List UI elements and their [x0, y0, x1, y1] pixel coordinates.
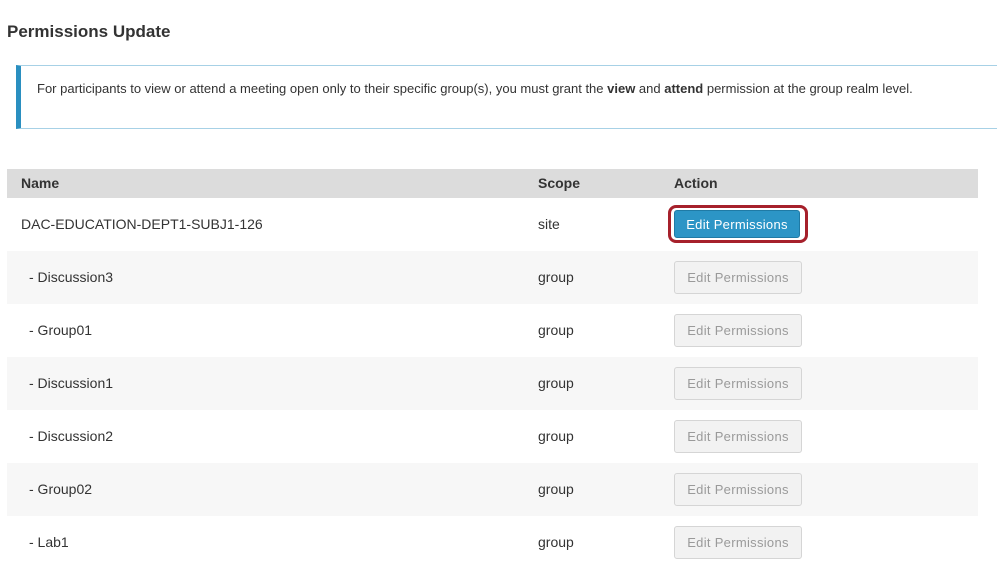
info-bold-attend: attend: [664, 81, 704, 96]
edit-permissions-button-disabled: Edit Permissions: [674, 261, 802, 294]
table-row: - Lab1 group Edit Permissions: [7, 516, 978, 569]
row-scope: site: [538, 216, 560, 232]
row-scope: group: [538, 375, 574, 391]
row-name: - Group01: [29, 322, 93, 338]
edit-permissions-button[interactable]: Edit Permissions: [674, 210, 800, 238]
row-name: - Group02: [29, 481, 93, 497]
header-action: Action: [674, 175, 718, 191]
permissions-table: Name Scope Action DAC-EDUCATION-DEPT1-SU…: [7, 169, 978, 569]
row-scope: group: [538, 322, 574, 338]
table-row: - Discussion1 group Edit Permissions: [7, 357, 978, 410]
edit-permissions-button-disabled: Edit Permissions: [674, 314, 802, 347]
table-row: - Discussion2 group Edit Permissions: [7, 410, 978, 463]
row-scope: group: [538, 428, 574, 444]
info-alert-text: For participants to view or attend a mee…: [37, 81, 913, 96]
table-row: - Discussion3 group Edit Permissions: [7, 251, 978, 304]
table-header: Name Scope Action: [7, 169, 978, 198]
table-row: - Group02 group Edit Permissions: [7, 463, 978, 516]
info-text-part: For participants to view or attend a mee…: [37, 81, 608, 96]
row-name: - Discussion1: [29, 375, 114, 391]
edit-permissions-button-disabled: Edit Permissions: [674, 367, 802, 400]
row-scope: group: [538, 534, 574, 550]
edit-permissions-button-disabled: Edit Permissions: [674, 420, 802, 453]
row-scope: group: [538, 269, 574, 285]
row-name: - Discussion2: [29, 428, 114, 444]
row-name: - Discussion3: [29, 269, 114, 285]
edit-permissions-button-disabled: Edit Permissions: [674, 526, 802, 559]
header-name: Name: [21, 175, 60, 191]
row-name: - Lab1: [29, 534, 69, 550]
table-row: DAC-EDUCATION-DEPT1-SUBJ1-126 site Edit …: [7, 198, 978, 251]
info-alert: For participants to view or attend a mee…: [16, 65, 997, 129]
header-scope: Scope: [538, 175, 581, 191]
row-name: DAC-EDUCATION-DEPT1-SUBJ1-126: [21, 216, 263, 232]
table-row: - Group01 group Edit Permissions: [7, 304, 978, 357]
permissions-page: Permissions Update For participants to v…: [0, 0, 997, 587]
page-title: Permissions Update: [7, 22, 171, 41]
edit-permissions-button-disabled: Edit Permissions: [674, 473, 802, 506]
info-text-part: permission at the group realm level.: [703, 81, 913, 96]
row-scope: group: [538, 481, 574, 497]
info-bold-view: view: [607, 81, 636, 96]
info-text-part: and: [635, 81, 665, 96]
